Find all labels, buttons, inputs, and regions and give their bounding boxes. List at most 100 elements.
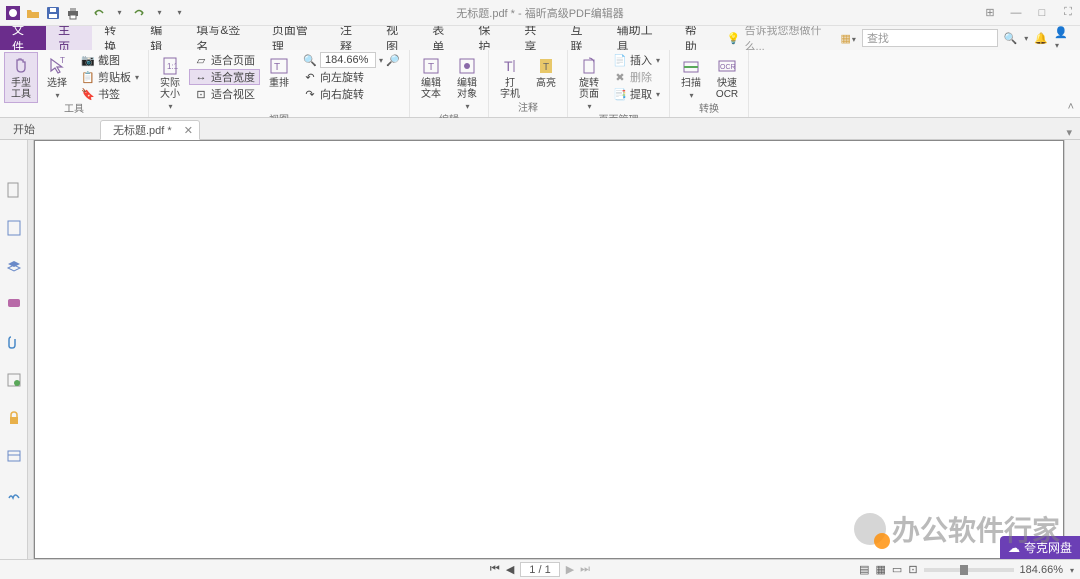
menu-fill[interactable]: 填写&签名: [184, 26, 260, 50]
menu-convert[interactable]: 转换: [92, 26, 138, 50]
zoom-dropdown[interactable]: [378, 54, 383, 66]
quark-badge[interactable]: ☁ 夸克网盘: [1000, 536, 1080, 559]
delete-page-button[interactable]: ✖删除: [608, 69, 665, 85]
panel-security-icon[interactable]: [4, 408, 24, 428]
zoom-value[interactable]: 184.66%: [320, 52, 376, 68]
snapshot-button[interactable]: 📷截图: [76, 52, 144, 68]
undo-dropdown[interactable]: [110, 4, 128, 22]
first-page-icon[interactable]: ⏮: [490, 563, 500, 576]
edit-object-button[interactable]: 编辑 对象: [450, 52, 484, 115]
menu-comment[interactable]: 注释: [328, 26, 374, 50]
ocr-button[interactable]: OCR 快速 OCR: [710, 52, 744, 103]
user-icon[interactable]: 👤: [1054, 26, 1072, 51]
menu-help[interactable]: 帮助: [673, 26, 719, 50]
document-canvas[interactable]: [34, 140, 1064, 559]
panel-sign-icon[interactable]: [4, 484, 24, 504]
view-mode-1-icon[interactable]: ▤: [859, 563, 869, 576]
next-page-icon[interactable]: ▶: [566, 563, 574, 576]
menu-edit[interactable]: 编辑: [138, 26, 184, 50]
page-number-box[interactable]: 1 / 1: [520, 562, 559, 577]
menu-view[interactable]: 视图: [374, 26, 420, 50]
fullscreen-icon[interactable]: ⛶: [1060, 5, 1076, 21]
close-tab-icon[interactable]: ✕: [184, 124, 193, 137]
insert-page-button[interactable]: 📄插入: [608, 52, 665, 68]
status-zoom-dropdown[interactable]: [1069, 564, 1074, 576]
svg-text:1:1: 1:1: [167, 62, 179, 71]
menu-file[interactable]: 文件: [0, 26, 46, 50]
tell-me[interactable]: 💡 告诉我您想做什么...: [719, 26, 841, 50]
prev-page-icon[interactable]: ◀: [506, 563, 514, 576]
edit-text-icon: T: [420, 55, 442, 77]
panel-fields-icon[interactable]: [4, 446, 24, 466]
panel-signatures-icon[interactable]: [4, 370, 24, 390]
ribbon-collapse-icon[interactable]: ˄: [1068, 101, 1074, 113]
redo-icon[interactable]: [130, 4, 148, 22]
panel-pages-icon[interactable]: [4, 180, 24, 200]
menu-access[interactable]: 辅助工具: [605, 26, 673, 50]
reflow-button[interactable]: T 重排: [262, 52, 296, 92]
zoom-slider-thumb[interactable]: [960, 565, 968, 575]
rotate-pages-button[interactable]: 旋转 页面: [572, 52, 606, 115]
side-panel: [0, 140, 28, 559]
extract-icon: 📑: [613, 87, 627, 101]
redo-dropdown[interactable]: [150, 4, 168, 22]
status-zoom-value[interactable]: 184.66%: [1020, 564, 1063, 576]
app-grid-icon[interactable]: ⊞: [982, 5, 998, 21]
toolbox-icon[interactable]: ▦: [841, 32, 856, 45]
search-icon[interactable]: 🔍: [1004, 32, 1018, 45]
qat-customize[interactable]: [170, 4, 188, 22]
cloud-icon: ☁: [1008, 541, 1020, 555]
menu-connect[interactable]: 互联: [559, 26, 605, 50]
rotate-right-button[interactable]: ↷向右旋转: [298, 86, 405, 102]
panel-bookmarks-icon[interactable]: [4, 218, 24, 238]
panel-layers-icon[interactable]: [4, 256, 24, 276]
fit-width-button[interactable]: ↔适合宽度: [189, 69, 260, 85]
view-mode-2-icon[interactable]: ▦: [876, 563, 886, 576]
undo-icon[interactable]: [90, 4, 108, 22]
panel-comments-icon[interactable]: [4, 294, 24, 314]
find-box[interactable]: 查找: [862, 29, 998, 47]
page-nav: ⏮ ◀ 1 / 1 ▶ ⏭: [490, 562, 590, 577]
svg-text:T: T: [60, 56, 65, 65]
menu-form[interactable]: 表单: [420, 26, 466, 50]
vertical-scrollbar[interactable]: [1064, 140, 1080, 559]
menu-share[interactable]: 共享: [512, 26, 558, 50]
fit-width-icon: ↔: [194, 70, 208, 84]
tab-document[interactable]: 无标题.pdf * ✕: [100, 120, 200, 140]
bookmark-button[interactable]: 🔖书签: [76, 86, 144, 102]
highlight-button[interactable]: T 高亮: [529, 52, 563, 92]
typewriter-button[interactable]: T 打 字机: [493, 52, 527, 103]
rotate-left-icon: ↶: [303, 70, 317, 84]
rotate-left-button[interactable]: ↶向左旋转: [298, 69, 405, 85]
panel-attachments-icon[interactable]: [4, 332, 24, 352]
zoom-slider[interactable]: [924, 568, 1014, 572]
view-mode-4-icon[interactable]: ⊡: [908, 563, 917, 576]
ocr-icon: OCR: [716, 55, 738, 77]
fit-page-button[interactable]: ▱适合页面: [189, 52, 260, 68]
edit-text-button[interactable]: T 编辑 文本: [414, 52, 448, 103]
actual-size-button[interactable]: 1:1 实际 大小: [153, 52, 187, 115]
zoom-out-icon[interactable]: 🔍: [303, 53, 317, 67]
zoom-in-icon[interactable]: 🔎: [386, 53, 400, 67]
select-button[interactable]: T 选择: [40, 52, 74, 104]
view-mode-3-icon[interactable]: ▭: [892, 563, 902, 576]
pdf-page: [34, 140, 1064, 559]
menu-pageorg[interactable]: 页面管理: [260, 26, 328, 50]
minimize-icon[interactable]: —: [1008, 5, 1024, 21]
clipboard-button[interactable]: 📋剪贴板: [76, 69, 144, 85]
search-dropdown[interactable]: [1023, 32, 1028, 44]
tabs-menu-icon[interactable]: ▾: [1058, 126, 1080, 139]
menu-home[interactable]: 主页: [46, 26, 92, 50]
print-icon[interactable]: [64, 4, 82, 22]
extract-page-button[interactable]: 📑提取: [608, 86, 665, 102]
menu-protect[interactable]: 保护: [466, 26, 512, 50]
open-icon[interactable]: [24, 4, 42, 22]
last-page-icon[interactable]: ⏭: [580, 563, 590, 576]
save-icon[interactable]: [44, 4, 62, 22]
fit-visible-button[interactable]: ⊡适合视区: [189, 86, 260, 102]
hand-tool-button[interactable]: 手型 工具: [4, 52, 38, 103]
tab-start[interactable]: 开始: [0, 119, 100, 139]
scan-button[interactable]: 扫描: [674, 52, 708, 104]
bell-icon[interactable]: 🔔: [1034, 32, 1048, 45]
maximize-icon[interactable]: □: [1034, 5, 1050, 21]
